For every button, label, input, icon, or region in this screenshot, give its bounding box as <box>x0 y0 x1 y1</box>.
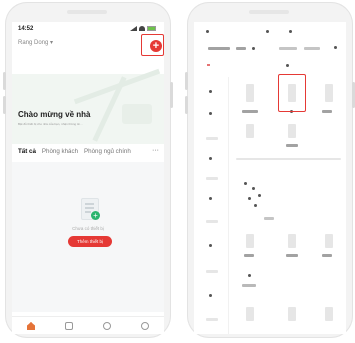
section-divider <box>236 158 341 160</box>
scene-icon[interactable] <box>65 322 73 330</box>
blurred-icon <box>334 46 337 49</box>
category-item[interactable] <box>206 318 218 321</box>
blurred-icon <box>252 187 255 190</box>
speaker-grille <box>249 10 289 14</box>
device-thumb[interactable] <box>325 234 333 248</box>
tab-master-bedroom[interactable]: Phòng ngủ chính <box>84 148 131 155</box>
tab-living-room[interactable]: Phòng khách <box>42 148 78 155</box>
welcome-subtitle: Bật đủ thiết bị cho nhà của bạn, nhận th… <box>18 122 83 126</box>
more-icon[interactable]: ··· <box>152 147 159 154</box>
wifi-icon <box>139 26 145 31</box>
device-thumb[interactable] <box>288 124 296 138</box>
blurred-text <box>279 47 297 50</box>
room-tabs: Tất cả Phòng khách Phòng ngủ chính <box>18 148 131 155</box>
device-thumb[interactable] <box>246 84 254 102</box>
device-thumb[interactable] <box>246 307 254 321</box>
blurred-text <box>242 284 256 287</box>
document-line <box>85 211 91 213</box>
category-item[interactable] <box>209 197 212 200</box>
volume-button <box>185 72 188 90</box>
blurred-text <box>322 254 332 257</box>
blurred-text <box>242 110 258 113</box>
blurred-icon <box>248 197 251 200</box>
volume-button <box>3 96 6 114</box>
device-thumb[interactable] <box>246 124 254 138</box>
device-thumb[interactable] <box>325 84 333 102</box>
blurred-text <box>208 47 230 50</box>
volume-button <box>3 72 6 90</box>
category-item[interactable] <box>206 270 218 273</box>
welcome-title: Chào mừng về nhà <box>18 110 91 119</box>
smart-icon[interactable] <box>103 322 111 330</box>
device-thumb[interactable] <box>325 307 333 321</box>
blurred-icon <box>266 30 269 33</box>
blurred-icon <box>248 274 251 277</box>
phone-frame-right <box>185 2 355 338</box>
blurred-icon <box>252 47 255 50</box>
document-line <box>85 203 94 205</box>
blurred-text <box>236 47 246 50</box>
add-device-screen <box>194 22 346 334</box>
category-item[interactable] <box>209 294 212 297</box>
blurred-icon <box>254 204 257 207</box>
add-device-button[interactable]: Thêm thiết bị <box>68 236 112 247</box>
add-badge-icon: + <box>91 211 100 220</box>
blurred-text <box>264 217 274 220</box>
tutorial-stage: 14:52 Rang Dong ▾ + Chào mừng về nhà Bật… <box>0 0 355 343</box>
blurred-text <box>286 144 298 147</box>
highlight-device-option <box>278 74 306 112</box>
category-item[interactable] <box>206 177 218 180</box>
home-icon[interactable] <box>27 322 35 330</box>
category-item[interactable] <box>209 157 212 160</box>
home-screen: 14:52 Rang Dong ▾ + Chào mừng về nhà Bật… <box>12 22 164 334</box>
bottom-nav <box>12 316 164 334</box>
category-item[interactable] <box>209 244 212 247</box>
home-selector[interactable]: Rang Dong ▾ <box>18 39 53 46</box>
device-thumb[interactable] <box>246 234 254 248</box>
welcome-banner <box>12 68 164 144</box>
highlight-add-button <box>141 34 164 56</box>
device-thumb[interactable] <box>288 234 296 248</box>
status-time: 14:52 <box>18 26 34 32</box>
signal-icon <box>130 26 137 31</box>
tab-all[interactable]: Tất cả <box>18 148 36 155</box>
blurred-icon <box>206 30 209 33</box>
category-item[interactable] <box>209 112 212 115</box>
phone-frame-left: 14:52 Rang Dong ▾ + Chào mừng về nhà Bật… <box>3 2 173 338</box>
battery-icon <box>147 26 156 31</box>
power-button <box>170 82 173 108</box>
home-name: Rang Dong <box>18 40 49 46</box>
empty-message: Chưa có thiết bị <box>72 226 104 231</box>
blurred-red-mark <box>207 64 210 66</box>
speaker-grille <box>67 10 107 14</box>
category-item[interactable] <box>206 220 218 223</box>
device-thumb[interactable] <box>288 307 296 321</box>
map-graphic <box>122 104 152 124</box>
blurred-text <box>322 110 332 113</box>
category-divider <box>228 77 229 334</box>
blurred-icon <box>289 30 292 33</box>
chevron-down-icon: ▾ <box>50 40 54 46</box>
category-item[interactable] <box>209 90 212 93</box>
status-icons <box>130 26 156 31</box>
category-item[interactable] <box>206 137 218 140</box>
blurred-text <box>286 254 298 257</box>
document-line <box>85 207 94 209</box>
blurred-icon <box>244 182 247 185</box>
blurred-text <box>304 47 320 50</box>
blurred-text <box>244 254 254 257</box>
volume-button <box>185 96 188 114</box>
blurred-icon <box>258 194 261 197</box>
profile-icon[interactable] <box>141 322 149 330</box>
blurred-icon <box>286 64 289 67</box>
